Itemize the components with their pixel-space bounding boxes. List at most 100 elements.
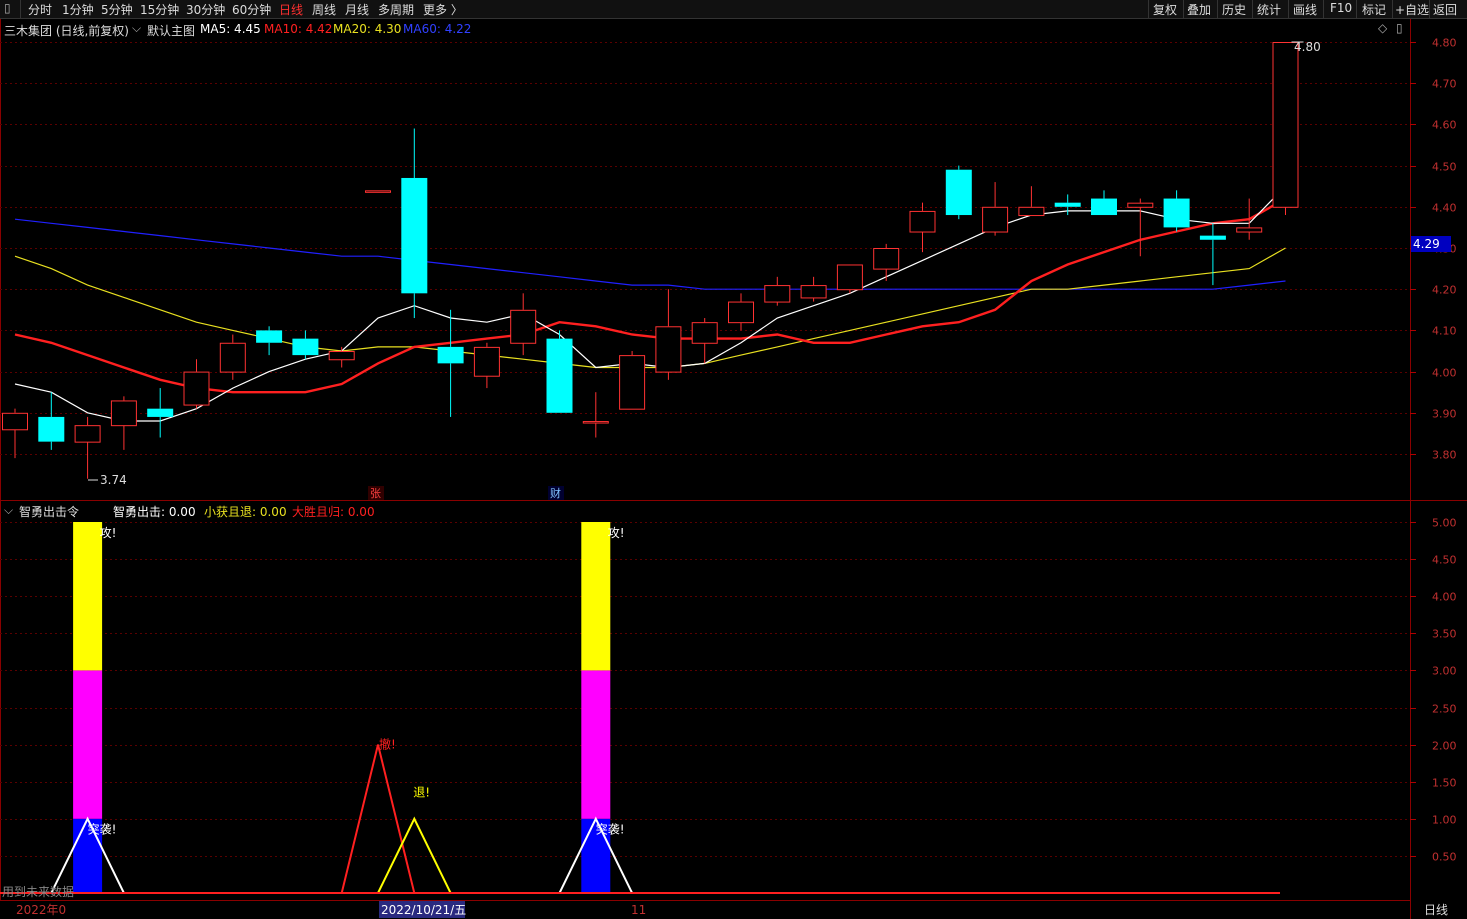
- candle-body: [873, 248, 900, 270]
- axis-tick-label: 4.50: [1432, 554, 1457, 567]
- candle-body: [147, 408, 174, 417]
- candle-body: [945, 169, 972, 216]
- axis-tick-label: 1.50: [1432, 777, 1457, 790]
- candle: [2, 408, 28, 459]
- candle-body: [74, 425, 101, 443]
- axis-tick-label: 4.80: [1432, 37, 1457, 50]
- raid-label: 突袭!: [596, 822, 625, 837]
- candle: [728, 293, 754, 331]
- candle-body: [38, 416, 65, 442]
- candle-body: [546, 338, 573, 413]
- year-label: 2022年0: [16, 903, 66, 917]
- axis-tick-label: 3.90: [1432, 408, 1457, 421]
- axis-tick-label: 4.10: [1432, 325, 1457, 338]
- candle-body: [1018, 206, 1045, 217]
- candle: [982, 182, 1009, 236]
- axis-tick-label: 4.00: [1432, 591, 1457, 604]
- stacked-bar-segment: [73, 670, 103, 819]
- candle-body: [256, 330, 283, 343]
- axis-tick-label: 4.60: [1432, 119, 1457, 132]
- period-label: 日线: [1424, 903, 1448, 917]
- candle: [401, 128, 428, 319]
- attack-label: 攻!: [100, 526, 117, 540]
- candle-body: [328, 351, 355, 361]
- candle-body: [1272, 42, 1299, 208]
- ma10-line: [14, 197, 1287, 394]
- candle: [1127, 198, 1154, 257]
- candle-body: [655, 326, 682, 373]
- candle: [836, 264, 863, 294]
- candle: [292, 330, 319, 360]
- candle-body: [582, 421, 609, 424]
- candle-body: [619, 355, 646, 410]
- kline-chart[interactable]: 攻!突袭!攻!突袭!撤!退! 3.803.904.004.104.204.304…: [0, 0, 1467, 919]
- candle-body: [1163, 198, 1190, 228]
- candle-body: [292, 338, 319, 356]
- candle: [1163, 190, 1190, 232]
- candle: [546, 330, 573, 413]
- raid-label: 突袭!: [88, 822, 117, 837]
- high-price-label: 4.80: [1294, 40, 1321, 54]
- candle: [1018, 186, 1045, 217]
- candle: [110, 396, 137, 450]
- candle-body: [219, 342, 246, 373]
- zhang-marker[interactable]: 张: [370, 487, 381, 500]
- candle-body: [110, 400, 137, 427]
- candle: [1199, 223, 1226, 286]
- candle: [800, 276, 827, 302]
- candle: [256, 326, 283, 356]
- candles: [2, 41, 1304, 479]
- candle-body: [1127, 202, 1154, 208]
- candle-body: [691, 322, 718, 344]
- retreat-label: 退!: [413, 786, 430, 800]
- axis-tick-label: 2.50: [1432, 703, 1457, 716]
- candle: [764, 276, 791, 306]
- withdraw-label: 撤!: [379, 737, 396, 752]
- candle: [582, 392, 609, 438]
- attack-label: 攻!: [608, 526, 625, 540]
- axis-tick-label: 4.70: [1432, 78, 1457, 91]
- candle-body: [1054, 202, 1081, 207]
- axis-tick-label: 3.50: [1432, 628, 1457, 641]
- stacked-bar-segment: [73, 522, 103, 671]
- indicator-axis: 0.50 1.00 1.50 2.00 2.50 3.00 3.50 4.00 4.50 5.00: [1410, 517, 1457, 864]
- axis-tick-label: 4.00: [1432, 367, 1457, 380]
- indicator-marks: 攻! 突袭! 攻! 突袭! 撤! 退!: [0, 522, 1280, 894]
- candle: [909, 202, 936, 253]
- current-price-label: 4.29: [1413, 237, 1440, 251]
- axis-tick-label: 5.00: [1432, 517, 1457, 530]
- candle-body: [1236, 227, 1263, 233]
- candle-body: [800, 285, 827, 299]
- candle-body: [909, 210, 936, 233]
- candle-body: [510, 309, 537, 344]
- candle-body: [836, 264, 863, 291]
- cai-marker[interactable]: 财: [550, 486, 561, 500]
- candle: [510, 293, 537, 356]
- sub-grid: [0, 522, 1410, 857]
- stacked-bar-segment: [581, 670, 611, 819]
- candle: [38, 392, 65, 450]
- axis-tick-label: 4.20: [1432, 284, 1457, 297]
- candle-body: [365, 190, 391, 193]
- signal-triangle: [377, 816, 452, 894]
- axis-tick-label: 3.00: [1432, 665, 1457, 678]
- candle-body: [401, 177, 428, 294]
- axis-tick-label: 3.80: [1432, 449, 1457, 462]
- future-data-note: 用到未来数据: [2, 884, 74, 899]
- candle: [1091, 190, 1117, 216]
- candle-body: [437, 346, 464, 364]
- candle: [691, 318, 718, 364]
- candle-body: [1199, 235, 1226, 240]
- main-grid: [0, 42, 1410, 455]
- candle: [945, 165, 972, 220]
- date-cursor-label: 2022/10/21/五: [381, 903, 466, 917]
- candle: [74, 416, 101, 479]
- signal-triangle: [340, 744, 416, 894]
- candle-body: [183, 371, 210, 406]
- low-price-label: 3.74: [100, 473, 127, 487]
- candle-body: [728, 301, 754, 324]
- axis-tick-label: 0.50: [1432, 851, 1457, 864]
- axis-tick-label: 1.00: [1432, 814, 1457, 827]
- chart-frame: [0, 19, 1467, 919]
- candle: [619, 351, 646, 410]
